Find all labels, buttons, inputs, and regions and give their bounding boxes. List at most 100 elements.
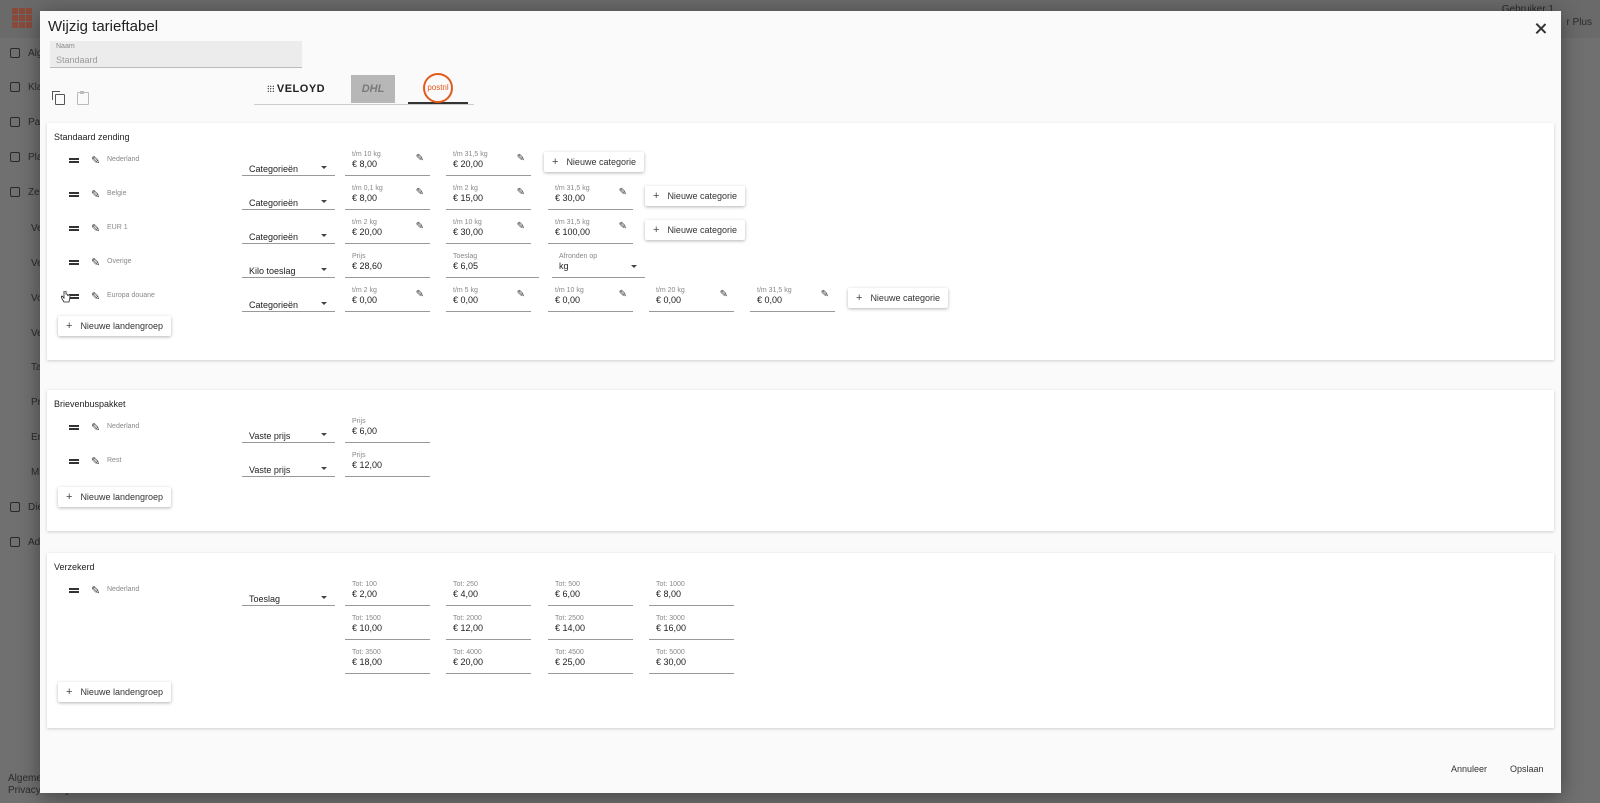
rate-type-select[interactable]: Vaste prijs <box>242 420 335 443</box>
group-name: Belgie <box>107 190 127 197</box>
rate-field[interactable]: t/m 31,5 kg € 0,00 ✎ <box>750 285 835 312</box>
edit-icon[interactable]: ✎ <box>416 221 424 232</box>
tab-postnl[interactable]: postnl <box>408 72 468 104</box>
price-field[interactable]: Prijs € 28,60 <box>345 251 430 278</box>
surcharge-field[interactable]: Toeslag € 6,05 <box>446 251 539 278</box>
plus-icon: + <box>66 491 73 503</box>
insured-tier-field[interactable]: Tot: 2000 € 12,00 <box>446 613 531 640</box>
rate-field[interactable]: t/m 0,1 kg € 8,00 ✎ <box>345 183 430 210</box>
tab-dhl[interactable]: DHL <box>338 73 408 104</box>
section-title: Brievenbuspakket <box>54 399 126 409</box>
dropdown-arrow-icon <box>321 200 327 203</box>
insured-tier-field[interactable]: Tot: 1500 € 10,00 <box>345 613 430 640</box>
insured-tier-field[interactable]: Tot: 2500 € 14,00 <box>548 613 633 640</box>
edit-icon[interactable]: ✎ <box>720 289 728 300</box>
nav-item[interactable]: Pla <box>10 152 42 163</box>
insured-tier-field[interactable]: Tot: 250 € 4,00 <box>446 579 531 606</box>
add-category-button[interactable]: + Nieuwe categorie <box>645 220 745 240</box>
add-category-button[interactable]: + Nieuwe categorie <box>645 186 745 206</box>
edit-icon[interactable]: ✎ <box>517 289 525 300</box>
edit-icon[interactable]: ✎ <box>619 187 627 198</box>
group-name: EUR 1 <box>107 224 128 231</box>
rate-field[interactable]: t/m 2 kg € 0,00 ✎ <box>345 285 430 312</box>
rate-field[interactable]: t/m 31,5 kg € 100,00 ✎ <box>548 217 633 244</box>
edit-icon[interactable]: ✎ <box>91 455 100 468</box>
name-field[interactable]: Naam Standaard <box>50 41 302 68</box>
group-name: Overige <box>107 258 132 265</box>
edit-icon[interactable]: ✎ <box>91 421 100 434</box>
edit-icon[interactable]: ✎ <box>416 289 424 300</box>
nav-item[interactable]: Kla <box>10 82 42 93</box>
add-country-group-button[interactable]: + Nieuwe landengroep <box>58 316 171 336</box>
rate-field[interactable]: t/m 31,5 kg € 20,00 ✎ <box>446 149 531 176</box>
edit-icon[interactable]: ✎ <box>821 289 829 300</box>
insured-tier-field[interactable]: Tot: 3000 € 16,00 <box>649 613 734 640</box>
edit-icon[interactable]: ✎ <box>416 187 424 198</box>
nav-item[interactable]: Die <box>10 502 43 513</box>
edit-icon[interactable]: ✎ <box>91 584 100 597</box>
insured-tier-field[interactable]: Tot: 100 € 2,00 <box>345 579 430 606</box>
nav-item[interactable]: Par <box>10 117 44 128</box>
drag-handle-icon[interactable] <box>69 158 79 163</box>
rate-field[interactable]: t/m 5 kg € 0,00 ✎ <box>446 285 531 312</box>
rate-type-select[interactable]: Vaste prijs <box>242 454 335 477</box>
rate-type-select[interactable]: Categorieën <box>242 187 335 210</box>
rate-field[interactable]: t/m 10 kg € 30,00 ✎ <box>446 217 531 244</box>
insured-tier-field[interactable]: Tot: 4500 € 25,00 <box>548 647 633 674</box>
add-country-group-button[interactable]: + Nieuwe landengroep <box>58 682 171 702</box>
rate-field[interactable]: t/m 31,5 kg € 30,00 ✎ <box>548 183 633 210</box>
copy-icon[interactable] <box>52 91 65 105</box>
edit-icon[interactable]: ✎ <box>517 153 525 164</box>
edit-icon[interactable]: ✎ <box>91 290 100 303</box>
rate-type-select[interactable]: Toeslag <box>242 583 335 606</box>
edit-icon[interactable]: ✎ <box>517 221 525 232</box>
price-field[interactable]: Prijs € 12,00 <box>345 450 430 477</box>
edit-icon[interactable]: ✎ <box>517 187 525 198</box>
drag-handle-icon[interactable] <box>69 226 79 231</box>
name-label: Naam <box>56 43 75 50</box>
insured-tier-field[interactable]: Tot: 4000 € 20,00 <box>446 647 531 674</box>
insured-tier-field[interactable]: Tot: 3500 € 18,00 <box>345 647 430 674</box>
price-field[interactable]: Prijs € 6,00 <box>345 416 430 443</box>
rate-field[interactable]: t/m 2 kg € 20,00 ✎ <box>345 217 430 244</box>
rate-type-select[interactable]: Categorieën <box>242 221 335 244</box>
paste-icon[interactable] <box>76 91 89 105</box>
add-country-group-button[interactable]: + Nieuwe landengroep <box>58 487 171 507</box>
insured-tier-field[interactable]: Tot: 500 € 6,00 <box>548 579 633 606</box>
add-category-button[interactable]: + Nieuwe categorie <box>848 288 948 308</box>
country-group-row: ✎ Nederland Vaste prijs Prijs € 6,00 <box>47 416 1554 444</box>
rate-field[interactable]: t/m 10 kg € 0,00 ✎ <box>548 285 633 312</box>
edit-icon[interactable]: ✎ <box>91 256 100 269</box>
rate-field[interactable]: t/m 10 kg € 8,00 ✎ <box>345 149 430 176</box>
close-icon[interactable] <box>1533 21 1549 37</box>
insured-tier-field[interactable]: Tot: 1000 € 8,00 <box>649 579 734 606</box>
edit-icon[interactable]: ✎ <box>416 153 424 164</box>
drag-handle-icon[interactable] <box>69 260 79 265</box>
drag-handle-icon[interactable] <box>69 588 79 593</box>
section-verzekerd: Verzekerd ✎ Nederland Toeslag Tot: 100 € … <box>47 553 1554 728</box>
dropdown-arrow-icon <box>631 265 637 268</box>
round-to-select[interactable]: Afronden op kg <box>552 251 645 278</box>
drag-handle-icon[interactable] <box>69 192 79 197</box>
insured-tier-field[interactable]: Tot: 5000 € 30,00 <box>649 647 734 674</box>
rate-type-select[interactable]: Kilo toeslag <box>242 255 335 278</box>
add-category-button[interactable]: + Nieuwe categorie <box>544 152 644 172</box>
drag-handle-icon[interactable] <box>69 425 79 430</box>
rate-field[interactable]: t/m 20 kg € 0,00 ✎ <box>649 285 734 312</box>
edit-icon[interactable]: ✎ <box>619 221 627 232</box>
cancel-button[interactable]: Annuleer <box>1451 764 1487 774</box>
save-button[interactable]: Opslaan <box>1510 764 1544 774</box>
group-name: Rest <box>107 457 122 464</box>
tab-veloyd[interactable]: VELOYD <box>254 73 338 104</box>
drag-handle-icon[interactable] <box>69 459 79 464</box>
edit-icon[interactable]: ✎ <box>91 222 100 235</box>
country-group-row: ✎ Nederland Categorieën t/m 10 kg € 8,00 ✎… <box>47 149 1554 177</box>
nav-item[interactable]: Alg <box>10 48 42 59</box>
edit-icon[interactable]: ✎ <box>619 289 627 300</box>
rate-type-select[interactable]: Categorieën <box>242 153 335 176</box>
rate-field[interactable]: t/m 2 kg € 15,00 ✎ <box>446 183 531 210</box>
nav-item[interactable]: Ad <box>10 537 40 548</box>
rate-type-select[interactable]: Categorieën <box>242 289 335 312</box>
edit-icon[interactable]: ✎ <box>91 154 100 167</box>
edit-icon[interactable]: ✎ <box>91 188 100 201</box>
